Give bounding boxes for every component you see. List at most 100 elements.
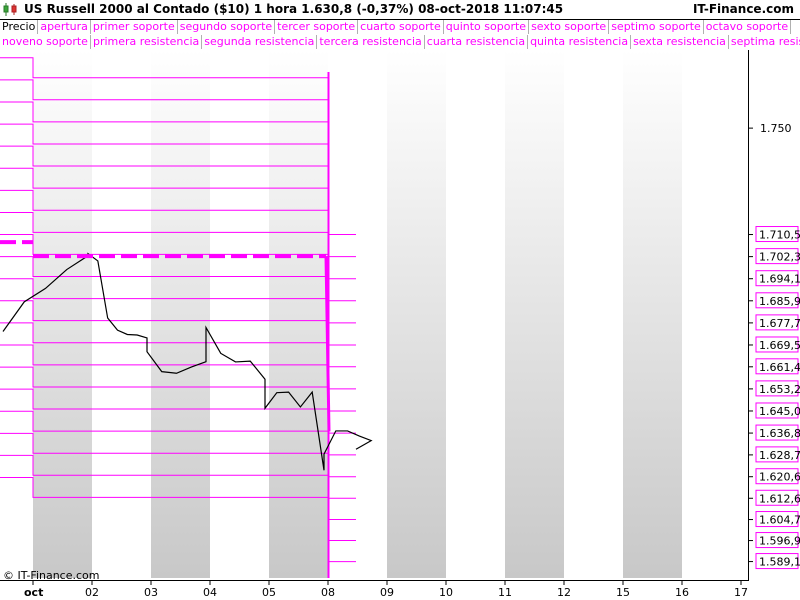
- x-tick-label: 10: [439, 586, 453, 599]
- brand-label: IT-Finance.com: [692, 2, 794, 16]
- level-label-box: [755, 553, 799, 570]
- level-label: 1.702,3: [759, 251, 800, 264]
- support-resistance-levels: [0, 57, 356, 578]
- legend-quinto-soporte[interactable]: quinto soporte: [444, 20, 530, 34]
- prior-level-line: [0, 477, 328, 498]
- x-tick-label: 05: [262, 586, 276, 599]
- level-label-box: [755, 358, 799, 375]
- level-label-box: [755, 336, 799, 353]
- legend-primera-resistencia[interactable]: primera resistencia: [91, 35, 203, 49]
- x-tick-label: oct: [24, 586, 43, 599]
- legend-cuarto-soporte[interactable]: cuarto soporte: [358, 20, 444, 34]
- level-label: 1.645,0: [759, 405, 800, 418]
- apertura-series: [0, 240, 331, 432]
- prior-level-line: [0, 278, 328, 300]
- level-label-box: [755, 270, 799, 287]
- day-bands: [33, 50, 682, 578]
- level-label-box: [755, 380, 799, 397]
- prior-level-line: [0, 211, 328, 233]
- level-label: 1.677,7: [759, 317, 800, 330]
- level-label-box: [755, 226, 799, 243]
- x-tick-label: 03: [144, 586, 158, 599]
- level-label: 1.636,8: [759, 427, 800, 440]
- x-tick-label: 12: [557, 586, 571, 599]
- x-tick-label: 04: [203, 586, 217, 599]
- legend-noveno-soporte[interactable]: noveno soporte: [0, 35, 91, 49]
- prior-level-line: [0, 322, 328, 344]
- prior-level-line: [0, 388, 328, 410]
- day-band: [33, 50, 92, 578]
- y-axis: 1.750 1.710,5 1.702,3 1.694,1 1.685,9 1.677,7…: [748, 50, 800, 580]
- legend-primer-soporte[interactable]: primer soporte: [91, 20, 178, 34]
- level-label: 1.710,5: [759, 229, 800, 242]
- y-tick-label: 1.750: [760, 122, 792, 135]
- day-band: [269, 50, 328, 578]
- legend-cuarta-resistencia[interactable]: cuarta resistencia: [425, 35, 529, 49]
- prior-level-line: [0, 79, 328, 101]
- level-label-box: [755, 424, 799, 441]
- x-tick-label: 08: [321, 586, 335, 599]
- level-label-box: [755, 468, 799, 485]
- x-tick-label: 15: [616, 586, 630, 599]
- legend-precio[interactable]: Precio: [0, 20, 39, 34]
- level-label: 1.685,9: [759, 295, 800, 308]
- level-label-box: [755, 489, 799, 506]
- level-label: 1.612,6: [759, 492, 800, 505]
- legend-segundo-soporte[interactable]: segundo soporte: [178, 20, 276, 34]
- prior-level-line: [0, 101, 328, 123]
- candlestick-icon: [3, 3, 17, 16]
- legend-octavo-soporte[interactable]: octavo soporte: [704, 20, 792, 34]
- x-tick-label: 11: [498, 586, 512, 599]
- price-line: [2, 252, 373, 471]
- prior-level-line: [0, 145, 328, 167]
- apertura-drop: [324, 256, 331, 432]
- x-tick-label: 16: [675, 586, 689, 599]
- prior-level-line: [0, 410, 328, 432]
- prior-level-line: [0, 300, 328, 322]
- prior-level-line: [0, 123, 328, 145]
- level-label: 1.653,2: [759, 383, 800, 396]
- day-band: [505, 50, 564, 578]
- legend-septima-resistencia[interactable]: septima resistencia: [729, 35, 800, 49]
- level-label-box: [755, 532, 799, 549]
- price-series: [2, 252, 373, 471]
- level-label-box: [755, 446, 799, 463]
- prior-level-line: [0, 366, 328, 388]
- legend-sexto-soporte[interactable]: sexto soporte: [529, 20, 610, 34]
- prior-level-line: [0, 57, 328, 79]
- level-label-box: [755, 402, 799, 419]
- prior-level-line: [0, 234, 328, 255]
- prior-level-line: [0, 189, 328, 211]
- chart-title: US Russell 2000 al Contado ($10) 1 hora …: [24, 2, 564, 16]
- level-label-box: [755, 248, 799, 265]
- level-label: 1.589,1: [759, 556, 800, 569]
- level-label: 1.661,4: [759, 361, 800, 374]
- x-axis: oct 02 03 04 05 08 09 10 11 12 15 16 17: [0, 580, 749, 599]
- legend-tercer-soporte[interactable]: tercer soporte: [275, 20, 359, 34]
- x-tick-label: 02: [85, 586, 99, 599]
- level-label: 1.604,7: [759, 514, 800, 527]
- x-tick-label: 17: [734, 586, 748, 599]
- prior-level-line: [0, 432, 328, 454]
- legend-segunda-resistencia[interactable]: segunda resistencia: [202, 35, 318, 49]
- level-label: 1.620,6: [759, 471, 800, 484]
- chart-window: US Russell 2000 al Contado ($10) 1 hora …: [0, 0, 800, 600]
- level-label: 1.694,1: [759, 273, 800, 286]
- level-label: 1.669,5: [759, 339, 800, 352]
- legend-row-1: Precio apertura primer soporte segundo sopo…: [0, 20, 800, 34]
- legend-sexta-resistencia[interactable]: sexta resistencia: [631, 35, 729, 49]
- legend-quinta-resistencia[interactable]: quinta resistencia: [528, 35, 632, 49]
- copyright-label: © IT-Finance.com: [3, 569, 100, 582]
- legend-row-2: noveno soporte primera resistencia segunda…: [0, 35, 800, 49]
- price-chart: 1.750 1.710,5 1.702,3 1.694,1 1.685,9 1.677,7…: [0, 50, 800, 599]
- legend-tercera-resistencia[interactable]: tercera resistencia: [317, 35, 425, 49]
- x-tick-label: 09: [380, 586, 394, 599]
- level-label-box: [755, 314, 799, 331]
- level-label: 1.628,7: [759, 449, 800, 462]
- legend-apertura[interactable]: apertura: [38, 20, 91, 34]
- legend-septimo-soporte[interactable]: septimo soporte: [609, 20, 704, 34]
- level-label: 1.596,9: [759, 535, 800, 548]
- day-band: [151, 50, 210, 578]
- prior-level-line: [0, 344, 328, 366]
- chart-header: US Russell 2000 al Contado ($10) 1 hora …: [0, 0, 800, 20]
